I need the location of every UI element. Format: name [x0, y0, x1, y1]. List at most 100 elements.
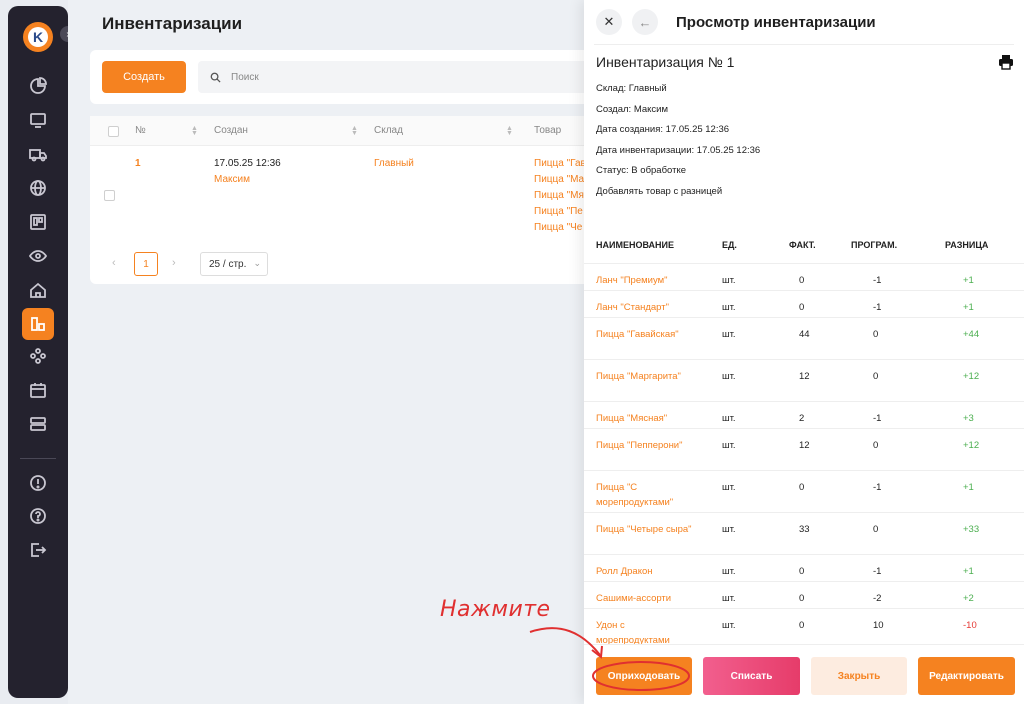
- column-warehouse[interactable]: Склад: [374, 125, 403, 136]
- item-row[interactable]: Пицца "Мясная" шт. 2 -1 +3: [584, 401, 1024, 428]
- sort-warehouse-icon[interactable]: ▲ ▼: [506, 125, 513, 137]
- select-all-checkbox[interactable]: [108, 126, 119, 137]
- item-name[interactable]: Пицца "Маргарита": [596, 369, 692, 384]
- sidebar-item-logout[interactable]: [24, 536, 52, 564]
- header-program: ПРОГРАМ.: [851, 240, 898, 250]
- print-button[interactable]: [998, 54, 1014, 75]
- sidebar-item-alert[interactable]: [24, 469, 52, 497]
- item-name[interactable]: Удон с морепродуктами: [596, 618, 692, 644]
- item-row[interactable]: Пицца "Четыре сыра" шт. 33 0 +33: [584, 512, 1024, 554]
- item-diff: +2: [963, 593, 974, 604]
- items-table: НАИМЕНОВАНИЕ ЕД. ФАКТ. ПРОГРАМ. РАЗНИЦА …: [584, 228, 1024, 644]
- item-unit: шт.: [722, 413, 736, 424]
- item-name[interactable]: Пицца "Гавайская": [596, 327, 692, 342]
- create-button[interactable]: Создать: [102, 61, 186, 93]
- item-row[interactable]: Пицца "Пепперони" шт. 12 0 +12: [584, 428, 1024, 470]
- sidebar-item-board[interactable]: [24, 208, 52, 236]
- close-drawer-button[interactable]: ✕: [596, 9, 622, 35]
- globe-icon: [30, 180, 46, 196]
- drawer-divider: [594, 44, 1014, 45]
- item-name[interactable]: Ролл Дракон: [596, 564, 692, 579]
- sidebar-item-home[interactable]: [24, 276, 52, 304]
- write-off-button[interactable]: Списать: [703, 657, 800, 695]
- hint-text: Нажмите: [440, 597, 551, 622]
- item-unit: шт.: [722, 302, 736, 313]
- row-product[interactable]: Пицца "Че: [534, 220, 590, 236]
- column-created[interactable]: Создан: [214, 125, 248, 136]
- page-1-button[interactable]: 1: [134, 252, 158, 276]
- item-fact: 0: [799, 593, 805, 604]
- sort-created-icon[interactable]: ▲ ▼: [351, 125, 358, 137]
- item-fact: 0: [799, 275, 805, 286]
- search-input[interactable]: Поиск: [198, 61, 618, 93]
- row-product[interactable]: Пицца "Гав: [534, 156, 590, 172]
- item-unit: шт.: [722, 593, 736, 604]
- item-name[interactable]: Ланч "Стандарт": [596, 300, 692, 315]
- item-program: -1: [873, 275, 882, 286]
- item-fact: 0: [799, 620, 805, 631]
- inventory-drawer: ✕ ← Просмотр инвентаризации Инвентаризац…: [584, 0, 1024, 704]
- header-unit: ЕД.: [722, 240, 737, 250]
- column-product[interactable]: Товар: [534, 125, 561, 136]
- page-size-value: 25 / стр.: [209, 258, 247, 270]
- drawer-title: Просмотр инвентаризации: [676, 14, 876, 31]
- item-fact: 0: [799, 482, 805, 493]
- row-product[interactable]: Пицца "Пе: [534, 204, 590, 220]
- item-diff: +1: [963, 566, 974, 577]
- next-page-button[interactable]: ›: [172, 257, 176, 269]
- item-row[interactable]: Пицца "Маргарита" шт. 12 0 +12: [584, 359, 1024, 401]
- sidebar-item-chart-pie[interactable]: [24, 72, 52, 100]
- item-row[interactable]: Сашими-ассорти шт. 0 -2 +2: [584, 581, 1024, 608]
- item-row[interactable]: Ланч "Премиум" шт. 0 -1 +1: [584, 263, 1024, 290]
- page-size-select[interactable]: 25 / стр. ⌄: [200, 252, 268, 276]
- toolbar: Создать Поиск: [90, 50, 618, 104]
- close-icon: ✕: [603, 14, 615, 29]
- item-name[interactable]: Пицца "Мясная": [596, 411, 692, 426]
- row-product[interactable]: Пицца "Мя: [534, 188, 590, 204]
- sidebar-item-server[interactable]: [24, 410, 52, 438]
- item-name[interactable]: Пицца "Пепперони": [596, 438, 692, 453]
- header-fact: ФАКТ.: [789, 240, 816, 250]
- sidebar-item-warehouse[interactable]: [22, 308, 54, 340]
- sidebar-item-monitor[interactable]: [24, 106, 52, 134]
- column-number[interactable]: №: [135, 125, 146, 136]
- row-checkbox[interactable]: [104, 190, 115, 201]
- item-unit: шт.: [722, 275, 736, 286]
- item-row[interactable]: Пицца "С морепродуктами" шт. 0 -1 +1: [584, 470, 1024, 512]
- app-logo[interactable]: K: [23, 22, 53, 52]
- row-warehouse[interactable]: Главный: [374, 156, 414, 172]
- sidebar-item-calendar[interactable]: [24, 376, 52, 404]
- board-icon: [30, 214, 46, 230]
- item-row[interactable]: Ланч "Стандарт" шт. 0 -1 +1: [584, 290, 1024, 317]
- alert-icon: [30, 475, 46, 491]
- monitor-icon: [30, 113, 46, 128]
- item-name[interactable]: Пицца "С морепродуктами": [596, 480, 692, 510]
- item-diff: +12: [963, 440, 980, 451]
- item-fact: 0: [799, 566, 805, 577]
- edit-button[interactable]: Редактировать: [918, 657, 1015, 695]
- sidebar-item-help[interactable]: [24, 502, 52, 530]
- sidebar-item-network[interactable]: [24, 342, 52, 370]
- receive-button[interactable]: Оприходовать: [596, 657, 692, 695]
- sidebar-item-truck[interactable]: [24, 140, 52, 168]
- item-fact: 44: [799, 329, 810, 340]
- item-row[interactable]: Пицца "Гавайская" шт. 44 0 +44: [584, 317, 1024, 359]
- item-row[interactable]: Ролл Дракон шт. 0 -1 +1: [584, 554, 1024, 581]
- item-name[interactable]: Сашими-ассорти: [596, 591, 692, 606]
- row-created-by[interactable]: Максим: [214, 172, 250, 188]
- inventory-title: Инвентаризация № 1: [596, 54, 735, 70]
- item-row[interactable]: Удон с морепродуктами шт. 0 10 -10: [584, 608, 1024, 644]
- sidebar-item-eye[interactable]: [24, 242, 52, 270]
- item-diff: +1: [963, 482, 974, 493]
- item-name[interactable]: Ланч "Премиум": [596, 273, 692, 288]
- help-icon: [30, 508, 46, 524]
- item-diff: +33: [963, 524, 980, 535]
- item-diff: +1: [963, 275, 974, 286]
- sort-number-icon[interactable]: ▲ ▼: [191, 125, 198, 137]
- close-button[interactable]: Закрыть: [811, 657, 907, 695]
- row-product[interactable]: Пицца "Ма: [534, 172, 590, 188]
- item-name[interactable]: Пицца "Четыре сыра": [596, 522, 692, 537]
- sidebar-item-globe[interactable]: [24, 174, 52, 202]
- back-button[interactable]: ←: [632, 9, 658, 35]
- prev-page-button[interactable]: ‹: [112, 257, 116, 269]
